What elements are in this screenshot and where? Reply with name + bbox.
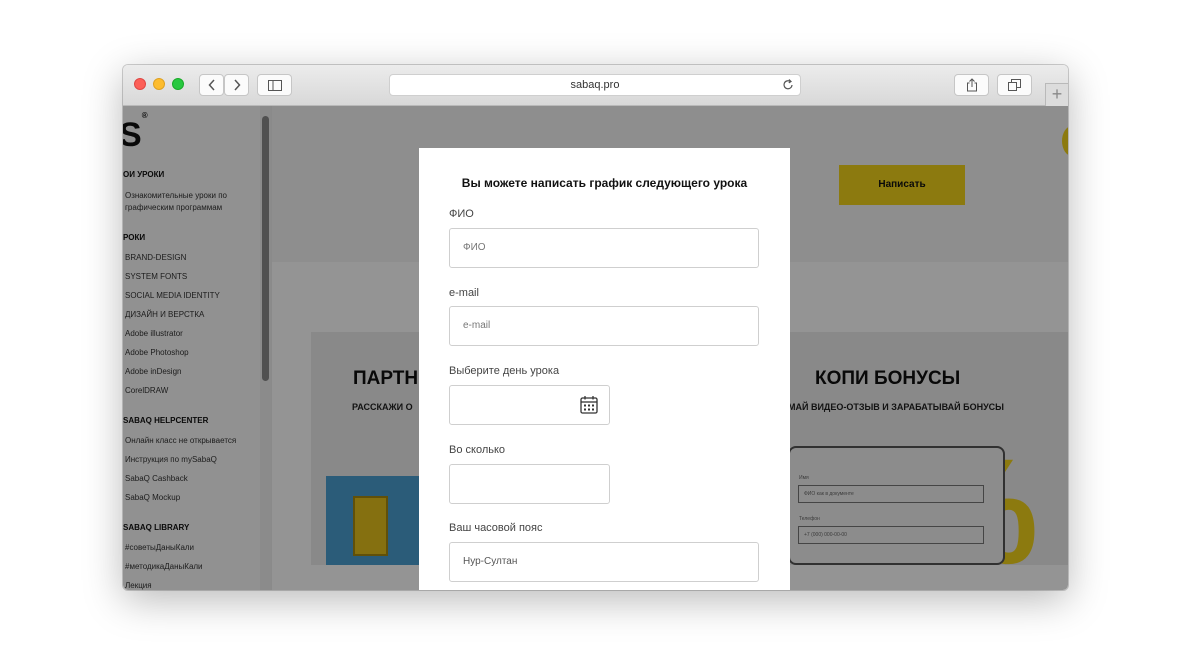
url-text: sabaq.pro [570, 79, 620, 91]
reload-icon[interactable] [782, 78, 794, 91]
sidebar-icon [267, 79, 282, 91]
forward-icon [233, 79, 241, 91]
modal-title: Вы можете написать график следующего уро… [461, 176, 748, 190]
minimize-window-button[interactable] [153, 78, 165, 90]
time-field[interactable] [449, 464, 610, 504]
timezone-label: Ваш часовой пояс [449, 522, 543, 534]
timezone-value: Нур-Султан [463, 556, 518, 567]
forward-button[interactable] [224, 74, 249, 96]
schedule-modal: Вы можете написать график следующего уро… [419, 148, 790, 590]
back-icon [207, 79, 215, 91]
calendar-icon[interactable] [580, 395, 598, 414]
browser-window: sabaq.pro + S® ОИ УРОКИ Ознакомительные … [123, 65, 1068, 590]
browser-toolbar: sabaq.pro + [123, 65, 1068, 106]
name-field[interactable]: ФИО [449, 228, 759, 268]
timezone-field[interactable]: Нур-Султан [449, 542, 759, 582]
page-viewport: S® ОИ УРОКИ Ознакомительные уроки по гра… [123, 106, 1068, 590]
name-label: ФИО [449, 208, 474, 220]
tabs-icon [1008, 79, 1021, 91]
lesson-day-picker[interactable] [449, 385, 610, 425]
plus-icon: + [1051, 84, 1063, 104]
back-button[interactable] [199, 74, 224, 96]
share-icon [966, 78, 977, 92]
email-placeholder: e-mail [463, 320, 491, 331]
email-field[interactable]: e-mail [449, 306, 759, 346]
tabs-overview-button[interactable] [997, 74, 1032, 96]
address-bar[interactable]: sabaq.pro [389, 74, 801, 96]
time-label: Во сколько [449, 444, 506, 456]
sidebar-toggle-button[interactable] [257, 74, 292, 96]
email-label: e-mail [449, 287, 479, 299]
new-tab-button[interactable]: + [1045, 83, 1068, 106]
lesson-day-label: Выберите день урока [449, 365, 560, 377]
name-placeholder: ФИО [463, 242, 486, 253]
close-window-button[interactable] [134, 78, 146, 90]
zoom-window-button[interactable] [172, 78, 184, 90]
share-button[interactable] [954, 74, 989, 96]
